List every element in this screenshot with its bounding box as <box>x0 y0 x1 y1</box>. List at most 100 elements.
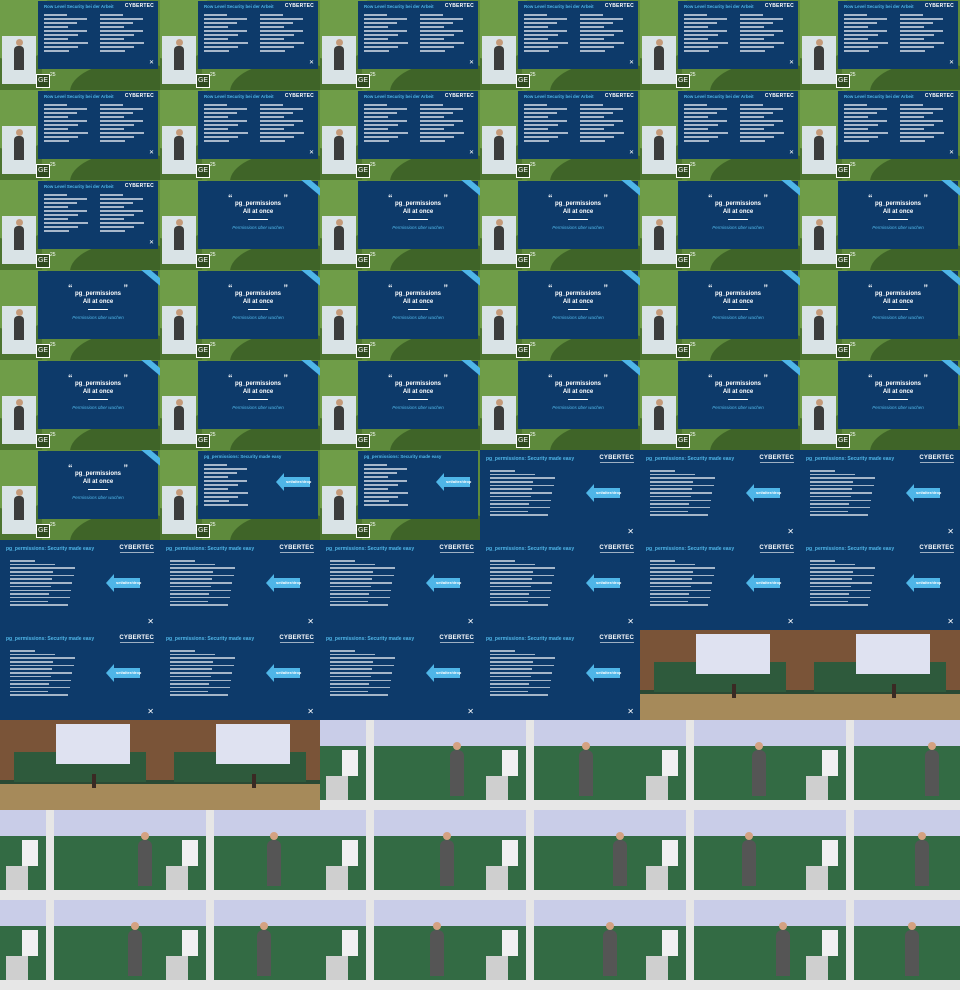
thumbnail-easy[interactable]: pg_permissions: Security made easy CYBERT… <box>480 540 640 630</box>
thumbnail-quote[interactable]: “” pg_permissions All at once Permissions ü… <box>800 270 960 360</box>
thumbnail-quote[interactable]: “” pg_permissions All at once Permissions ü… <box>0 450 160 540</box>
thumbnail-easy[interactable]: pg_permissions: Security made easy CYBERT… <box>640 540 800 630</box>
speaker-inset <box>642 36 676 84</box>
scene-person <box>430 922 444 976</box>
code-block <box>10 560 80 620</box>
code-block <box>844 14 896 54</box>
thumbnail-easy[interactable]: pg_permissions: Security made easy CYBERT… <box>160 630 320 720</box>
thumbnail-quote[interactable]: “” pg_permissions All at once Permissions ü… <box>320 270 480 360</box>
scene-ceiling <box>800 810 960 836</box>
quote-title: pg_permissions All at once <box>358 200 478 216</box>
scene-ceiling <box>160 900 320 926</box>
thumbnail-quote[interactable]: “” pg_permissions All at once Permissions ü… <box>0 360 160 450</box>
thumbnail-quote[interactable]: “” pg_permissions All at once Permissions ü… <box>640 270 800 360</box>
quote-subtitle: Permissions über wachen <box>232 315 284 320</box>
cybertec-x-icon: ✕ <box>947 527 954 536</box>
thumbnail-close[interactable] <box>640 810 800 900</box>
thumbnail-easy[interactable]: pg_permissions: Security made easy CYBERT… <box>800 450 960 540</box>
projected-slide: “” pg_permissions All at once Permissions ü… <box>518 180 640 249</box>
thumbnail-quote[interactable]: “” pg_permissions All at once Permissions ü… <box>480 270 640 360</box>
thumbnail-easy[interactable]: pg_permissions: Security made easy CYBERT… <box>640 450 800 540</box>
thumbnail-easy-proj[interactable]: pg_permissions: Security made easy set/al… <box>160 450 320 540</box>
thumbnail-easy[interactable]: pg_permissions: Security made easy CYBERT… <box>480 630 640 720</box>
thumbnail-quote[interactable]: “” pg_permissions All at once Permissions ü… <box>640 180 800 270</box>
thumbnail-quote[interactable]: “” pg_permissions All at once Permissions ü… <box>160 360 320 450</box>
thumbnail-close[interactable] <box>800 810 960 900</box>
thumbnail-rls[interactable]: Row Level Security bei der Arbeit CYBERTE… <box>480 90 640 180</box>
year-mark: 25 <box>50 432 56 438</box>
thumbnail-close[interactable] <box>480 720 640 810</box>
scene-podium <box>166 956 188 982</box>
code-block <box>364 14 416 54</box>
thumbnail-easy[interactable]: pg_permissions: Security made easy CYBERT… <box>480 450 640 540</box>
thumbnail-quote[interactable]: “” pg_permissions All at once Permissions ü… <box>160 180 320 270</box>
thumbnail-hall[interactable] <box>160 720 320 810</box>
projected-slide: Row Level Security bei der Arbeit CYBERTE… <box>38 181 158 249</box>
thumbnail-close[interactable] <box>0 900 160 990</box>
code-block <box>490 470 560 530</box>
quote-divider <box>568 399 588 400</box>
thumbnail-rls[interactable]: Row Level Security bei der Arbeit CYBERTE… <box>800 90 960 180</box>
thumbnail-rls[interactable]: Row Level Security bei der Arbeit CYBERTE… <box>480 0 640 90</box>
thumbnail-quote[interactable]: “” pg_permissions All at once Permissions ü… <box>320 360 480 450</box>
thumbnail-rls[interactable]: Row Level Security bei der Arbeit CYBERTE… <box>0 0 160 90</box>
thumbnail-easy[interactable]: pg_permissions: Security made easy CYBERT… <box>320 540 480 630</box>
thumbnail-close[interactable] <box>640 900 800 990</box>
thumbnail-rls[interactable]: Row Level Security bei der Arbeit CYBERTE… <box>0 90 160 180</box>
thumbnail-close[interactable] <box>320 900 480 990</box>
thumbnail-quote[interactable]: “” pg_permissions All at once Permissions ü… <box>0 270 160 360</box>
quote-divider <box>888 399 908 400</box>
code-block <box>580 104 632 144</box>
scene-floor <box>800 800 960 810</box>
thumbnail-rls[interactable]: Row Level Security bei der Arbeit CYBERTE… <box>160 90 320 180</box>
thumbnail-hall[interactable] <box>0 720 160 810</box>
brand-logo: CYBERTEC <box>439 635 474 641</box>
thumbnail-close[interactable] <box>640 720 800 810</box>
quote-title: pg_permissions All at once <box>838 200 958 216</box>
brand-logo: CYBERTEC <box>119 545 154 551</box>
thumbnail-rls[interactable]: Row Level Security bei der Arbeit CYBERTE… <box>320 90 480 180</box>
thumbnail-close[interactable] <box>480 810 640 900</box>
thumbnail-close[interactable] <box>320 720 480 810</box>
thumbnail-quote[interactable]: “” pg_permissions All at once Permissions ü… <box>800 360 960 450</box>
brand-logo: CYBERTEC <box>124 93 154 99</box>
conference-logo: GE <box>836 434 850 448</box>
thumbnail-quote[interactable]: “” pg_permissions All at once Permissions ü… <box>320 180 480 270</box>
scene-person <box>257 922 271 976</box>
thumbnail-close[interactable] <box>800 900 960 990</box>
thumbnail-easy[interactable]: pg_permissions: Security made easy CYBERT… <box>320 630 480 720</box>
thumbnail-close[interactable] <box>480 900 640 990</box>
thumbnail-rls[interactable]: Row Level Security bei der Arbeit CYBERTE… <box>320 0 480 90</box>
code-block <box>44 14 96 54</box>
thumbnail-easy[interactable]: pg_permissions: Security made easy CYBERT… <box>800 540 960 630</box>
thumbnail-rls[interactable]: Row Level Security bei der Arbeit CYBERTE… <box>0 180 160 270</box>
thumbnail-close[interactable] <box>0 810 160 900</box>
thumbnail-easy[interactable]: pg_permissions: Security made easy CYBERT… <box>0 630 160 720</box>
code-block <box>740 14 792 54</box>
thumbnail-hall[interactable] <box>640 630 800 720</box>
projected-slide: “” pg_permissions All at once Permissions ü… <box>198 360 320 429</box>
quote-line1: pg_permissions <box>394 381 441 387</box>
thumbnail-quote[interactable]: “” pg_permissions All at once Permissions ü… <box>160 270 320 360</box>
quote-line1: pg_permissions <box>554 291 601 297</box>
thumbnail-quote[interactable]: “” pg_permissions All at once Permissions ü… <box>640 360 800 450</box>
thumbnail-quote[interactable]: “” pg_permissions All at once Permissions ü… <box>480 360 640 450</box>
thumbnail-close[interactable] <box>800 720 960 810</box>
brand-logo: CYBERTEC <box>604 3 634 9</box>
thumbnail-hall[interactable] <box>800 630 960 720</box>
speaker-inset <box>482 36 516 84</box>
thumbnail-close[interactable] <box>320 810 480 900</box>
thumbnail-close[interactable] <box>160 810 320 900</box>
thumbnail-quote[interactable]: “” pg_permissions All at once Permissions ü… <box>480 180 640 270</box>
scene-person <box>450 742 464 796</box>
thumbnail-rls[interactable]: Row Level Security bei der Arbeit CYBERTE… <box>640 0 800 90</box>
thumbnail-rls[interactable]: Row Level Security bei der Arbeit CYBERTE… <box>800 0 960 90</box>
thumbnail-easy[interactable]: pg_permissions: Security made easy CYBERT… <box>0 540 160 630</box>
thumbnail-quote[interactable]: “” pg_permissions All at once Permissions ü… <box>800 180 960 270</box>
thumbnail-rls[interactable]: Row Level Security bei der Arbeit CYBERTE… <box>640 90 800 180</box>
thumbnail-easy-proj[interactable]: pg_permissions: Security made easy set/al… <box>320 450 480 540</box>
thumbnail-rls[interactable]: Row Level Security bei der Arbeit CYBERTE… <box>160 0 320 90</box>
thumbnail-easy[interactable]: pg_permissions: Security made easy CYBERT… <box>160 540 320 630</box>
brand-logo: CYBERTEC <box>599 455 634 461</box>
thumbnail-close[interactable] <box>160 900 320 990</box>
